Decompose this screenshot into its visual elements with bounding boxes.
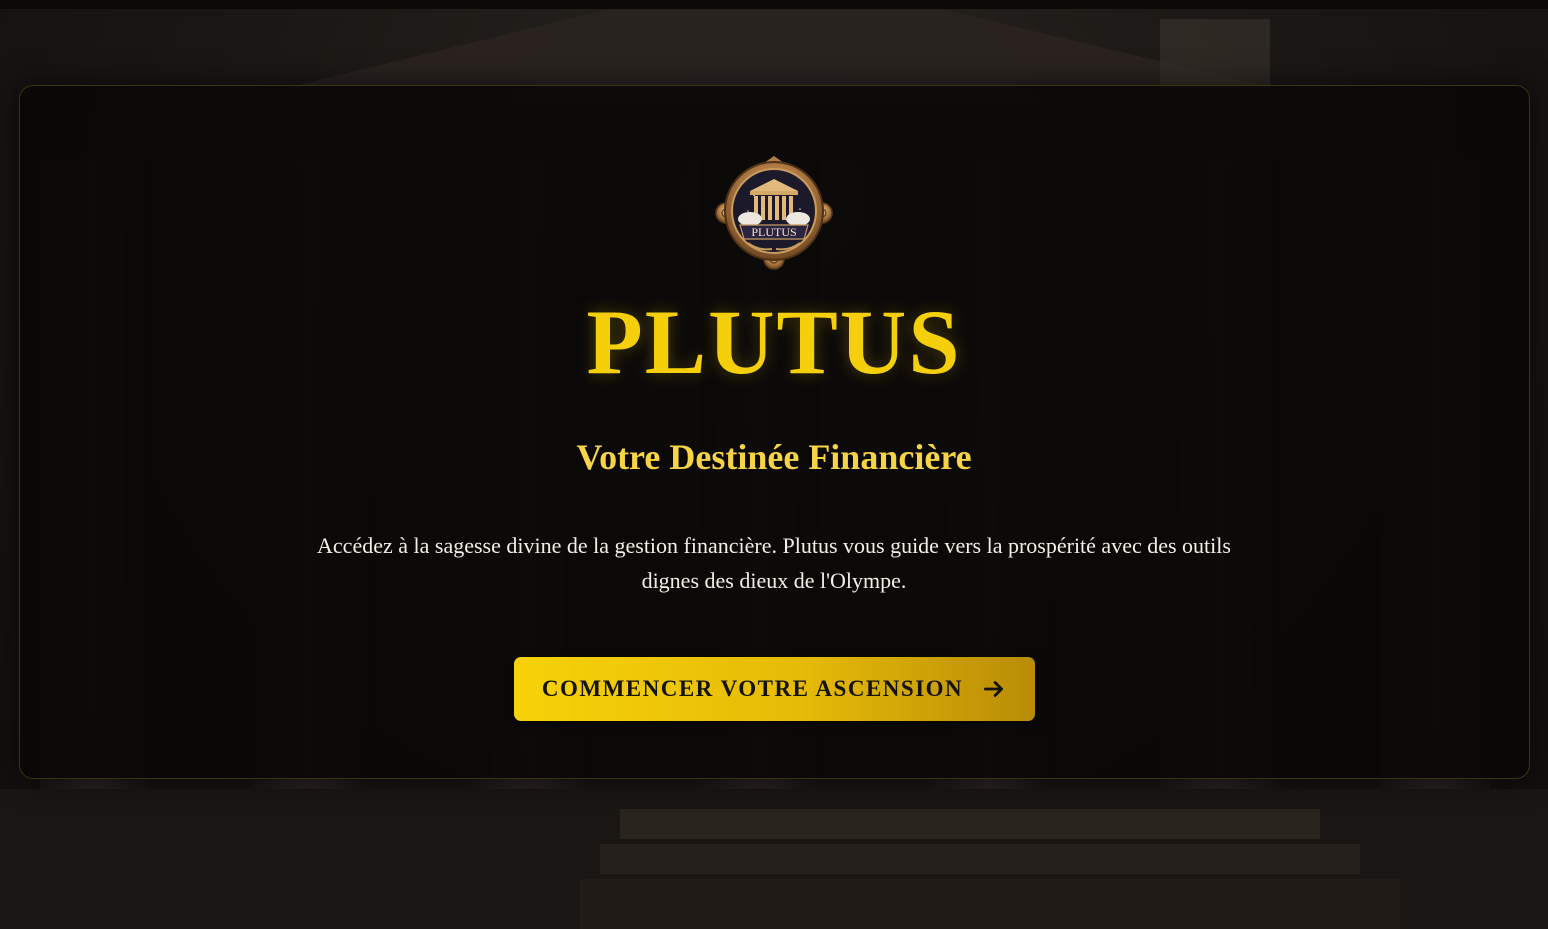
start-ascension-button[interactable]: COMMENCER VOTRE ASCENSION [514, 657, 1035, 721]
hero-description: Accédez à la sagesse divine de la gestio… [317, 533, 1231, 593]
plutus-logo: PLUTUS [714, 155, 834, 271]
page-title: PLUTUS [586, 291, 962, 393]
start-ascension-label: COMMENCER VOTRE ASCENSION [541, 676, 964, 701]
page-subtitle: Votre Destinée Financière [576, 437, 972, 477]
top-bar [0, 0, 1548, 9]
arrow-right-icon [981, 676, 1007, 702]
svg-text:PLUTUS: PLUTUS [751, 225, 796, 239]
